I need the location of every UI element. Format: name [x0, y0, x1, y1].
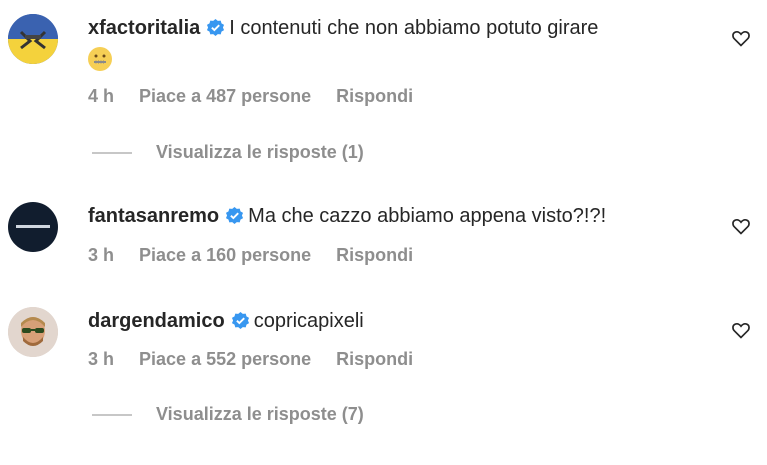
- comment-text: Ma che cazzo abbiamo appena visto?!?!: [248, 205, 607, 227]
- comment-meta: 3 h Piace a 552 persone Rispondi: [88, 349, 433, 370]
- verified-badge-icon: [226, 206, 244, 225]
- reply-button[interactable]: Rispondi: [336, 245, 413, 265]
- comment-body: xfactoritalia I contenuti che non abbiamo…: [88, 14, 707, 72]
- comment-text: copricapixeli: [253, 310, 364, 332]
- comment-body: dargendamico copricapixeli: [88, 307, 707, 335]
- timestamp: 3 h: [88, 245, 115, 265]
- comment-text: I contenuti che non abbiamo potuto girar…: [229, 17, 599, 39]
- avatar[interactable]: [8, 14, 58, 64]
- avatar[interactable]: [8, 307, 58, 357]
- reply-button[interactable]: Rispondi: [336, 86, 413, 106]
- likes-count[interactable]: Piace a 160 persone: [139, 245, 311, 265]
- fantasanremo-logo-icon: [16, 225, 50, 228]
- comment-meta: 4 h Piace a 487 persone Rispondi: [88, 86, 433, 107]
- view-replies-label[interactable]: Visualizza le risposte (7): [156, 404, 364, 425]
- xfactor-logo-icon: [8, 14, 58, 64]
- timestamp: 3 h: [88, 349, 115, 369]
- heart-outline-icon[interactable]: [731, 320, 751, 340]
- reply-button[interactable]: Rispondi: [336, 349, 413, 369]
- timestamp: 4 h: [88, 86, 115, 106]
- username[interactable]: xfactoritalia: [88, 17, 200, 39]
- view-replies-label[interactable]: Visualizza le risposte (1): [156, 142, 364, 163]
- comment-body: fantasanremo Ma che cazzo abbiamo appena …: [88, 202, 707, 230]
- likes-count[interactable]: Piace a 552 persone: [139, 349, 311, 369]
- comment-meta: 3 h Piace a 160 persone Rispondi: [88, 245, 433, 266]
- divider-line: [92, 413, 132, 416]
- verified-badge-icon: [207, 18, 225, 37]
- likes-count[interactable]: Piace a 487 persone: [139, 86, 311, 106]
- view-replies-button[interactable]: Visualizza le risposte (7): [92, 404, 364, 425]
- heart-outline-icon[interactable]: [731, 28, 751, 48]
- heart-outline-icon[interactable]: [731, 216, 751, 236]
- username[interactable]: dargendamico: [88, 310, 225, 332]
- zipper-mouth-face-emoji: [88, 46, 112, 71]
- username[interactable]: fantasanremo: [88, 205, 219, 227]
- profile-photo-icon: [8, 307, 58, 357]
- verified-badge-icon: [231, 311, 249, 330]
- divider-line: [92, 151, 132, 154]
- view-replies-button[interactable]: Visualizza le risposte (1): [92, 142, 364, 163]
- avatar[interactable]: [8, 202, 58, 252]
